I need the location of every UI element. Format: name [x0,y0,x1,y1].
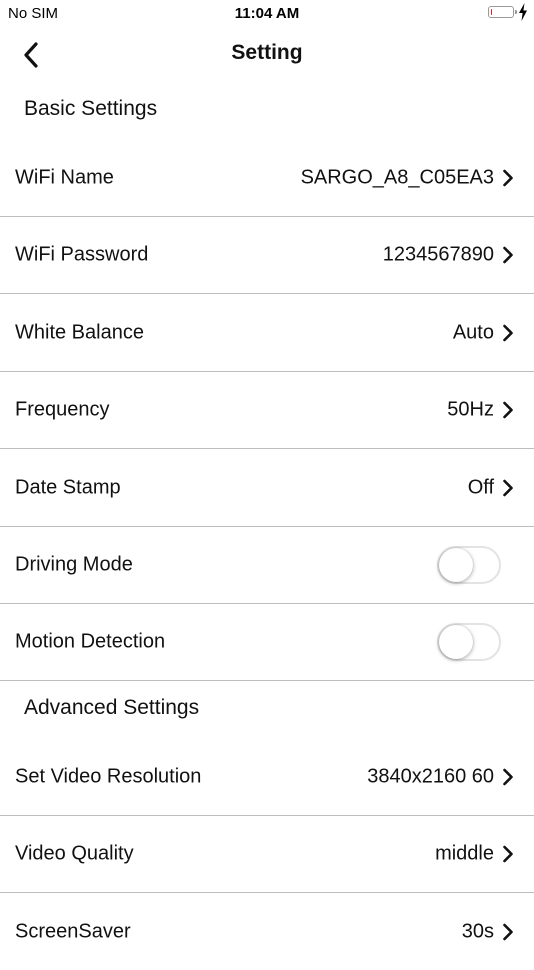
row-value: 1234567890 [382,243,494,266]
row-label: White Balance [15,321,144,344]
row-value: Off [467,476,494,499]
section-header-advanced-settings: Advanced Settings [24,696,200,719]
row-value: 30s [461,920,494,942]
row-value: SARGO_A8_C05EA3 [300,166,494,189]
chevron-right-icon [503,845,513,863]
row-value: Auto [452,321,494,344]
chevron-right-icon [503,246,513,264]
row-label: Video Quality [15,842,134,865]
row-value: middle [435,842,494,865]
toggle-knob [439,548,473,582]
row-label: Date Stamp [15,476,121,499]
status-time: 11:04 AM [234,5,300,22]
chevron-right-icon [503,768,513,786]
row-frequency[interactable]: Frequency 50Hz [0,372,534,449]
chevron-right-icon [503,923,513,940]
row-video-quality[interactable]: Video Quality middle [0,816,534,893]
driving-mode-toggle[interactable] [437,546,501,584]
battery-icon [488,6,517,18]
row-screensaver[interactable]: ScreenSaver 30s [0,893,534,970]
row-label: WiFi Name [15,166,114,189]
row-driving-mode: Driving Mode [0,527,534,604]
row-value: 3840x2160 60 [367,765,494,788]
row-label: Driving Mode [15,553,133,576]
chevron-right-icon [503,479,513,497]
page-title: Setting [231,41,303,64]
chevron-right-icon [503,324,513,342]
section-header-basic-settings: Basic Settings [24,97,158,120]
row-motion-detection: Motion Detection [0,604,534,681]
navigation-bar: Setting [0,28,534,82]
charging-bolt-icon [519,3,527,21]
row-label: Motion Detection [15,630,166,653]
row-wifi-password[interactable]: WiFi Password 1234567890 [0,217,534,294]
toggle-knob [439,625,473,659]
row-value: 50Hz [447,398,494,421]
row-date-stamp[interactable]: Date Stamp Off [0,450,534,527]
motion-detection-toggle[interactable] [437,623,501,661]
row-label: Frequency [15,398,110,421]
row-label: ScreenSaver [15,920,131,942]
row-white-balance[interactable]: White Balance Auto [0,295,534,372]
chevron-right-icon [503,169,513,187]
status-bar: No SIM 11:04 AM [0,0,534,28]
row-label: Set Video Resolution [15,765,202,788]
battery-level [490,8,493,15]
chevron-right-icon [503,401,513,419]
row-label: WiFi Password [15,243,149,266]
row-video-resolution[interactable]: Set Video Resolution 3840x2160 60 [0,739,534,816]
row-wifi-name[interactable]: WiFi Name SARGO_A8_C05EA3 [0,140,534,217]
